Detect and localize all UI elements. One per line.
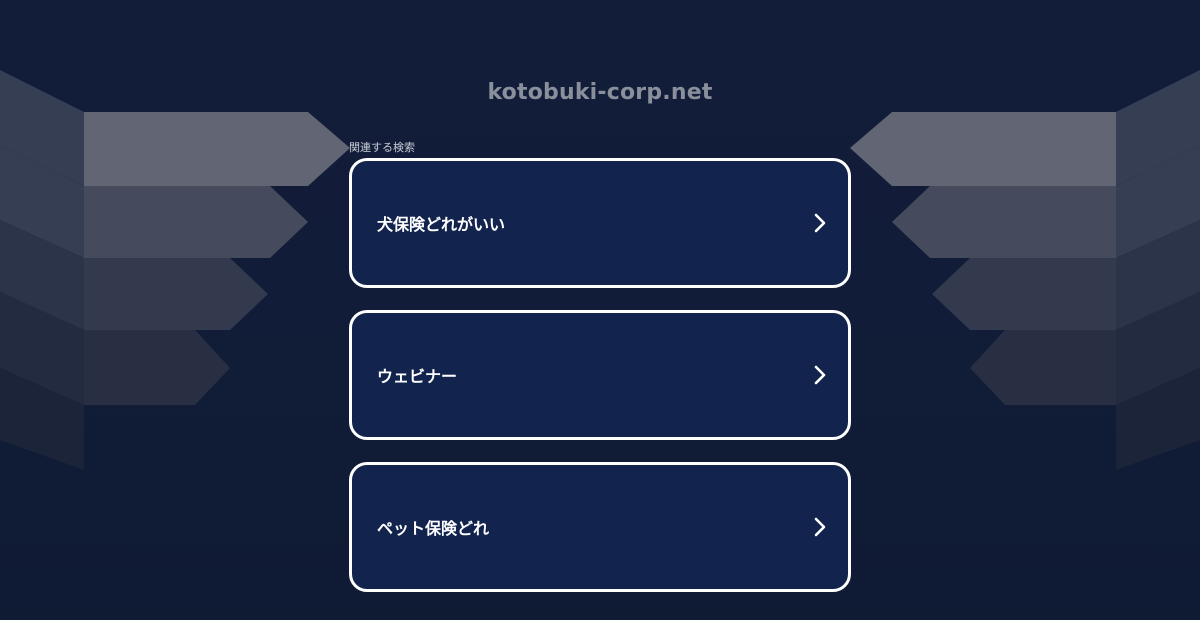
- related-search-label: 犬保険どれがいい: [377, 215, 506, 234]
- domain-title: kotobuki-corp.net: [487, 80, 713, 105]
- chevron-right-icon: [814, 213, 826, 233]
- chevron-right-icon: [814, 517, 826, 537]
- related-search-link-2[interactable]: ウェビナー: [349, 310, 851, 440]
- related-search-label: ペット保険どれ: [377, 519, 490, 538]
- related-search-label: ウェビナー: [377, 367, 458, 386]
- related-search-link-1[interactable]: 犬保険どれがいい: [349, 158, 851, 288]
- related-searches-label: 関連する検索: [349, 141, 415, 154]
- related-search-link-3[interactable]: ペット保険どれ: [349, 462, 851, 592]
- chevron-right-icon: [814, 365, 826, 385]
- parked-domain-page: kotobuki-corp.net 関連する検索 犬保険どれがいい ウェビナー …: [0, 0, 1200, 620]
